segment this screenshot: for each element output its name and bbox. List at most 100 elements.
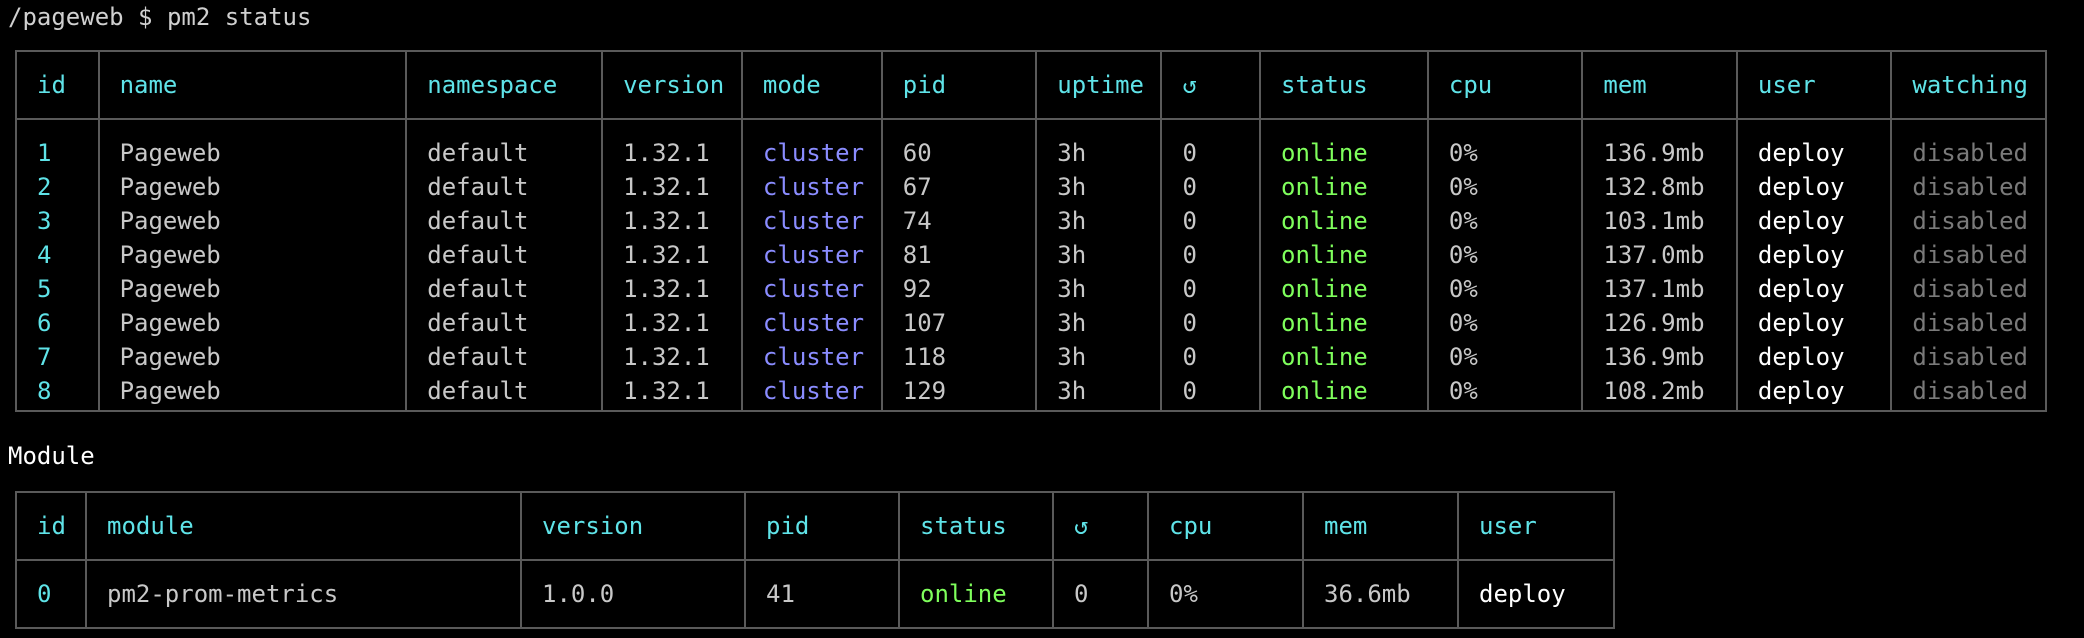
cell-mode: cluster (740, 170, 883, 204)
cell-mode: cluster (740, 374, 883, 412)
cell-namespace: default (405, 340, 604, 374)
cell-status: online (1259, 204, 1429, 238)
cell-cpu: 0% (1426, 204, 1584, 238)
table-row: 3 Pageweb default 1.32.1 cluster 74 3h 0… (15, 204, 2047, 238)
column-header-mem: mem (1302, 491, 1459, 561)
column-header-watching: watching (1890, 50, 2047, 120)
cell-id: 6 (15, 306, 100, 340)
cell-mem: 132.8mb (1581, 170, 1738, 204)
cell-watching: disabled (1890, 374, 2047, 412)
module-table: id module version pid status ↺ cpu mem u… (15, 491, 1615, 629)
cell-namespace: default (405, 238, 604, 272)
column-header-cpu: cpu (1426, 50, 1584, 120)
cell-cpu: 0% (1426, 374, 1584, 412)
cell-version: 1.32.1 (601, 238, 743, 272)
cell-mode: cluster (740, 119, 883, 170)
cell-version: 1.32.1 (601, 170, 743, 204)
cell-user: deploy (1735, 119, 1893, 170)
cell-id: 3 (15, 204, 100, 238)
cell-status: online (1259, 238, 1429, 272)
table-row: 8 Pageweb default 1.32.1 cluster 129 3h … (15, 374, 2047, 412)
cell-version: 1.32.1 (601, 306, 743, 340)
cell-pid: 129 (880, 374, 1038, 412)
cell-watching: disabled (1890, 170, 2047, 204)
cell-id: 1 (15, 119, 100, 170)
table-row: 1 Pageweb default 1.32.1 cluster 60 3h 0… (15, 119, 2047, 170)
cell-status: online (898, 560, 1054, 629)
cell-restarts: 0 (1160, 272, 1262, 306)
cell-restarts: 0 (1160, 374, 1262, 412)
cell-cpu: 0% (1426, 272, 1584, 306)
cell-pid: 118 (880, 340, 1038, 374)
column-header-uptime: uptime (1035, 50, 1163, 120)
column-header-namespace: namespace (405, 50, 604, 120)
cell-cpu: 0% (1426, 306, 1584, 340)
cell-mode: cluster (740, 272, 883, 306)
cell-id: 2 (15, 170, 100, 204)
cell-pid: 74 (880, 204, 1038, 238)
cell-namespace: default (405, 272, 604, 306)
cell-watching: disabled (1890, 119, 2047, 170)
cell-user: deploy (1735, 272, 1893, 306)
cell-mode: cluster (740, 238, 883, 272)
column-header-version: version (601, 50, 743, 120)
cell-name: Pageweb (97, 272, 408, 306)
cell-name: Pageweb (97, 170, 408, 204)
column-header-cpu: cpu (1147, 491, 1304, 561)
cell-id: 0 (15, 560, 87, 629)
column-header-restarts-icon: ↺ (1160, 50, 1262, 120)
column-header-version: version (520, 491, 746, 561)
cell-user: deploy (1735, 238, 1893, 272)
cell-module: pm2-prom-metrics (85, 560, 522, 629)
cell-namespace: default (405, 204, 604, 238)
column-header-name: name (97, 50, 408, 120)
cell-cpu: 0% (1426, 119, 1584, 170)
cell-watching: disabled (1890, 306, 2047, 340)
cell-name: Pageweb (97, 119, 408, 170)
cell-restarts: 0 (1160, 340, 1262, 374)
column-header-user: user (1457, 491, 1615, 561)
cell-user: deploy (1735, 170, 1893, 204)
column-header-pid: pid (744, 491, 900, 561)
column-header-module: module (85, 491, 522, 561)
cell-watching: disabled (1890, 340, 2047, 374)
cell-user: deploy (1735, 374, 1893, 412)
table-row: 7 Pageweb default 1.32.1 cluster 118 3h … (15, 340, 2047, 374)
cell-pid: 41 (744, 560, 900, 629)
table-row: 0 pm2-prom-metrics 1.0.0 41 online 0 0% … (15, 560, 1615, 629)
cell-uptime: 3h (1035, 272, 1163, 306)
cell-version: 1.32.1 (601, 374, 743, 412)
cell-status: online (1259, 306, 1429, 340)
cell-status: online (1259, 170, 1429, 204)
cell-name: Pageweb (97, 306, 408, 340)
cell-mem: 136.9mb (1581, 340, 1738, 374)
cell-namespace: default (405, 119, 604, 170)
cell-mem: 126.9mb (1581, 306, 1738, 340)
cell-pid: 107 (880, 306, 1038, 340)
cell-user: deploy (1735, 340, 1893, 374)
cell-restarts: 0 (1160, 306, 1262, 340)
cell-cpu: 0% (1426, 170, 1584, 204)
cell-restarts: 0 (1160, 204, 1262, 238)
cell-uptime: 3h (1035, 306, 1163, 340)
cell-mem: 137.0mb (1581, 238, 1738, 272)
cell-restarts: 0 (1052, 560, 1149, 629)
cell-namespace: default (405, 170, 604, 204)
cell-mode: cluster (740, 306, 883, 340)
cell-watching: disabled (1890, 238, 2047, 272)
cell-cpu: 0% (1147, 560, 1304, 629)
cell-uptime: 3h (1035, 119, 1163, 170)
cell-namespace: default (405, 374, 604, 412)
column-header-status: status (1259, 50, 1429, 120)
column-header-mode: mode (740, 50, 883, 120)
cell-mem: 103.1mb (1581, 204, 1738, 238)
cell-mem: 137.1mb (1581, 272, 1738, 306)
cell-user: deploy (1457, 560, 1615, 629)
cell-id: 5 (15, 272, 100, 306)
process-table-header-row: id name namespace version mode pid uptim… (15, 50, 2047, 120)
cell-mem: 108.2mb (1581, 374, 1738, 412)
cell-version: 1.32.1 (601, 272, 743, 306)
cell-uptime: 3h (1035, 204, 1163, 238)
cell-namespace: default (405, 306, 604, 340)
cell-pid: 60 (880, 119, 1038, 170)
